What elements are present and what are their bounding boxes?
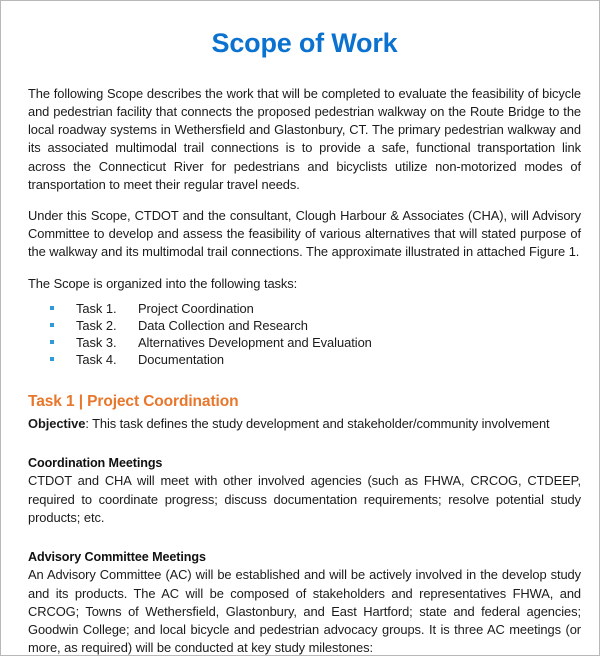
subsection-body-coordination-meetings: CTDOT and CHA will meet with other invol…	[28, 473, 581, 525]
intro-paragraph-2: Under this Scope, CTDOT and the consulta…	[28, 207, 581, 260]
task-list: Task 1. Project Coordination Task 2. Dat…	[28, 300, 581, 369]
square-bullet-icon	[50, 322, 54, 327]
square-bullet-icon	[50, 340, 54, 345]
section-heading-number: Task 1	[28, 392, 75, 410]
list-item: Task 3. Alternatives Development and Eva…	[50, 334, 581, 351]
section-heading-title: | Project Coordination	[74, 392, 239, 410]
square-bullet-icon	[50, 305, 54, 310]
task-list-lead-in: The Scope is organized into the followin…	[28, 275, 298, 291]
task-label: Data Collection and Research	[138, 317, 308, 333]
document-page: Scope of Work The following Scope descri…	[0, 0, 600, 656]
task-number: Task 1.	[76, 300, 117, 316]
task-label: Documentation	[138, 352, 225, 368]
list-item: Task 2. Data Collection and Research	[50, 317, 581, 334]
task-number: Task 3.	[76, 335, 117, 351]
task-number: Task 4.	[76, 352, 117, 368]
objective-text: : This task defines the study developmen…	[85, 416, 550, 432]
square-bullet-icon	[50, 357, 54, 362]
page-title: Scope of Work	[211, 28, 398, 58]
intro-paragraph-1: The following Scope describes the work t…	[28, 85, 581, 192]
page-content: Scope of Work The following Scope descri…	[1, 28, 599, 656]
subsection-heading-coordination-meetings: Coordination Meetings	[28, 456, 163, 471]
objective-label: Objective	[28, 416, 86, 432]
objective-line: Objective: This task defines the study d…	[28, 415, 581, 433]
task-label: Alternatives Development and Evaluation	[138, 335, 372, 351]
task-number: Task 2.	[76, 317, 117, 333]
subsection-heading-advisory-committee-meetings: Advisory Committee Meetings	[28, 550, 206, 565]
section-heading-task-1: Task 1 | Project Coordination	[28, 393, 581, 412]
task-label: Project Coordination	[138, 300, 254, 316]
list-item: Task 1. Project Coordination	[50, 300, 581, 317]
subsection-body-advisory-committee-meetings: An Advisory Committee (AC) will be estab…	[28, 567, 581, 656]
list-item: Task 4. Documentation	[50, 351, 581, 368]
